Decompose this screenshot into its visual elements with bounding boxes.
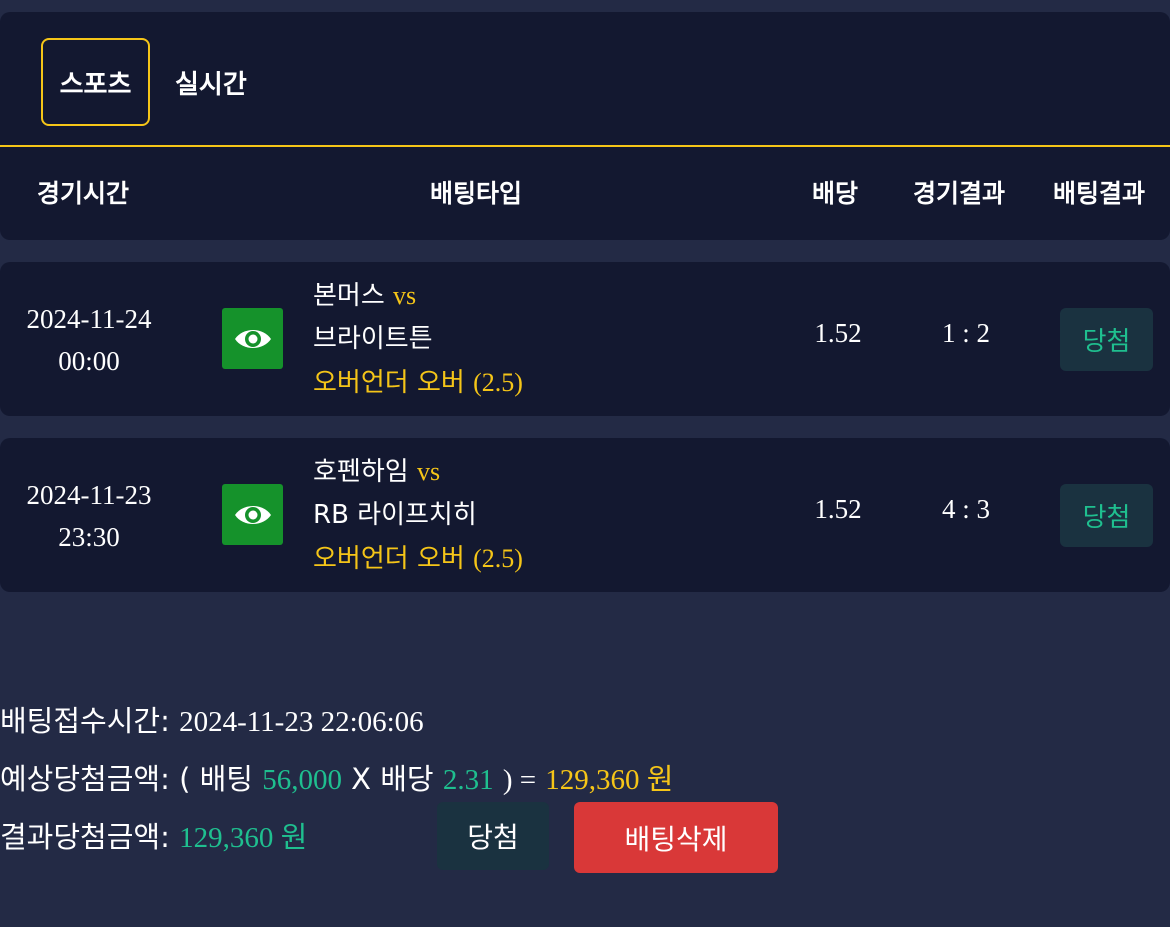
column-header-time: 경기시간 — [37, 179, 130, 208]
away-team: RB 라이프치히 — [313, 500, 477, 530]
result-win-amount: 결과당첨금액: 129,360 원 — [0, 814, 307, 856]
home-team: 본머스 — [313, 281, 385, 311]
match-score: 1 : 2 — [941, 318, 990, 348]
bet-line: (2.5) — [473, 368, 523, 397]
bet-line: (2.5) — [473, 544, 523, 573]
eye-icon — [234, 329, 271, 348]
match-info: 본머스 vs 브라이트튼 오버언더 오버 (2.5) — [313, 274, 523, 405]
column-header-odds: 배당 — [812, 179, 859, 208]
column-header-bet-type: 배팅타입 — [430, 179, 523, 208]
match-time: 00:00 — [58, 346, 120, 376]
tab-live[interactable]: 실시간 — [175, 38, 247, 126]
view-match-button[interactable] — [222, 484, 283, 545]
view-match-button[interactable] — [222, 308, 283, 369]
match-datetime: 2024-11-24 00:00 — [0, 298, 178, 382]
match-info: 호펜하임 vs RB 라이프치히 오버언더 오버 (2.5) — [313, 450, 523, 581]
bet-result-badge: 당첨 — [1060, 484, 1153, 547]
received-value: 2024-11-23 22:06:06 — [179, 706, 424, 738]
expected-amount: 129,360 원 — [545, 764, 674, 796]
tab-sports[interactable]: 스포츠 — [41, 38, 150, 126]
times-odds-label: X 배당 — [351, 762, 434, 796]
vs-label: vs — [393, 281, 417, 310]
header-divider — [0, 145, 1170, 147]
column-header-bet-result: 배팅결과 — [1053, 179, 1146, 208]
odds-value: 1.52 — [814, 494, 862, 524]
bet-type: 오버언더 오버 — [313, 544, 465, 574]
received-label: 배팅접수시간: — [0, 704, 170, 738]
equals-sign: ) = — [502, 764, 537, 796]
result-label: 결과당첨금액: — [0, 820, 170, 854]
bet-result-badge: 당첨 — [1060, 308, 1153, 371]
home-team: 호펜하임 — [313, 457, 409, 487]
eye-icon — [234, 505, 271, 524]
match-date: 2024-11-24 — [26, 304, 152, 334]
stake-amount: 56,000 — [262, 764, 342, 796]
match-date: 2024-11-23 — [26, 480, 152, 510]
bet-row: 2024-11-24 00:00 본머스 vs 브라이트튼 오버언더 오버 (2… — [0, 262, 1170, 416]
column-header-match-result: 경기결과 — [913, 179, 1006, 208]
vs-label: vs — [416, 457, 441, 486]
delete-bet-button[interactable]: 배팅삭제 — [574, 802, 778, 873]
win-status-button[interactable]: 당첨 — [437, 802, 549, 870]
expected-open: ( 배팅 — [179, 762, 253, 796]
bet-row: 2024-11-23 23:30 호펜하임 vs RB 라이프치히 오버언더 오… — [0, 438, 1170, 592]
match-time: 23:30 — [58, 522, 120, 552]
bet-history-header: 스포츠 실시간 경기시간 배팅타입 배당 경기결과 배팅결과 — [0, 12, 1170, 240]
expected-label: 예상당첨금액: — [0, 762, 170, 796]
match-datetime: 2024-11-23 23:30 — [0, 474, 178, 558]
bet-received-time: 배팅접수시간: 2024-11-23 22:06:06 — [0, 698, 424, 740]
bet-type: 오버언더 오버 — [313, 368, 465, 398]
away-team: 브라이트튼 — [313, 324, 433, 354]
match-score: 4 : 3 — [941, 494, 990, 524]
odds-value: 1.52 — [814, 318, 862, 348]
total-odds: 2.31 — [442, 764, 494, 796]
result-amount: 129,360 원 — [179, 822, 308, 854]
expected-win-amount: 예상당첨금액: ( 배팅 56,000 X 배당 2.31 ) = 129,36… — [0, 756, 673, 798]
